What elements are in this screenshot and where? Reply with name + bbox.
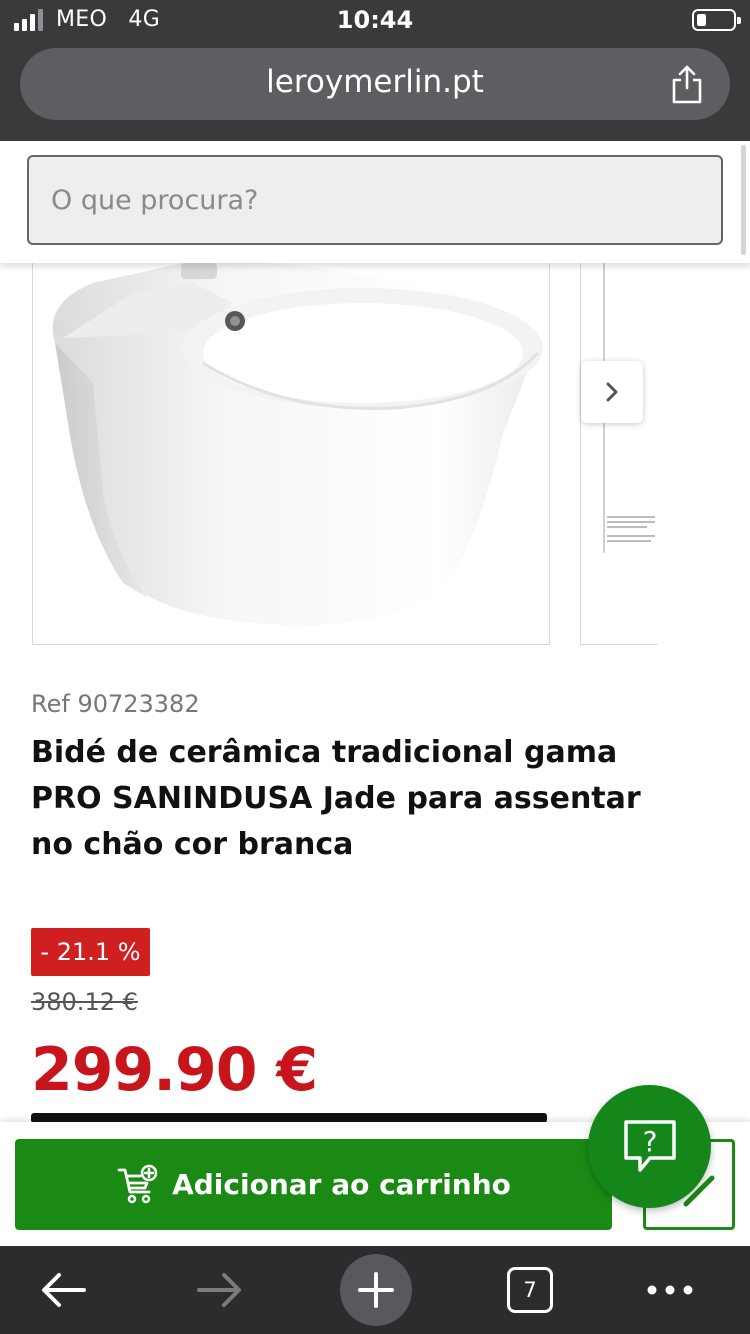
chevron-right-icon <box>606 382 618 402</box>
product-ref: Ref 90723382 <box>31 690 200 718</box>
help-button[interactable]: ? <box>588 1085 711 1208</box>
product-gallery[interactable] <box>32 263 658 645</box>
tabs-count: 7 <box>507 1267 553 1313</box>
back-arrow-icon <box>42 1273 86 1307</box>
add-to-cart-button[interactable]: Adicionar ao carrinho <box>15 1139 612 1230</box>
search-input[interactable] <box>27 155 723 245</box>
current-price: 299.90 € <box>31 1035 318 1105</box>
help-icon-label: ? <box>642 1125 657 1158</box>
status-time: 10:44 <box>336 6 414 34</box>
product-image-2[interactable] <box>580 263 658 645</box>
search-bar-container <box>0 141 750 263</box>
back-button[interactable] <box>22 1246 106 1334</box>
product-image[interactable] <box>32 263 550 645</box>
share-icon[interactable] <box>670 64 704 104</box>
technical-drawing-text <box>607 513 658 553</box>
gallery-next-button[interactable] <box>581 361 643 423</box>
address-bar[interactable]: leroymerlin.pt <box>20 48 730 120</box>
bidet-illustration <box>52 263 543 626</box>
plus-circle <box>340 1254 412 1326</box>
forward-arrow-icon <box>197 1273 241 1307</box>
forward-button[interactable] <box>177 1246 261 1334</box>
browser-toolbar: 7 <box>0 1246 750 1334</box>
more-menu-button[interactable] <box>628 1246 712 1334</box>
old-price: 380.12 € <box>31 988 138 1016</box>
product-title: Bidé de cerâmica tradicional gama PRO SA… <box>31 735 641 862</box>
battery-icon <box>692 9 741 31</box>
discount-badge: - 21.1 % <box>31 928 150 976</box>
status-bar: MEO 4G 10:44 <box>0 0 750 42</box>
scrollbar[interactable] <box>741 145 746 255</box>
cart-add-icon <box>117 1164 158 1203</box>
tabs-button[interactable]: 7 <box>488 1246 572 1334</box>
new-tab-button[interactable] <box>334 1246 418 1334</box>
more-icon <box>647 1285 693 1295</box>
add-to-cart-label: Adicionar ao carrinho <box>172 1168 511 1201</box>
browser-top-bar: MEO 4G 10:44 leroymerlin.pt <box>0 0 750 141</box>
plus-icon <box>358 1272 394 1308</box>
help-icon: ? <box>623 1119 676 1172</box>
url-text: leroymerlin.pt <box>266 64 484 100</box>
